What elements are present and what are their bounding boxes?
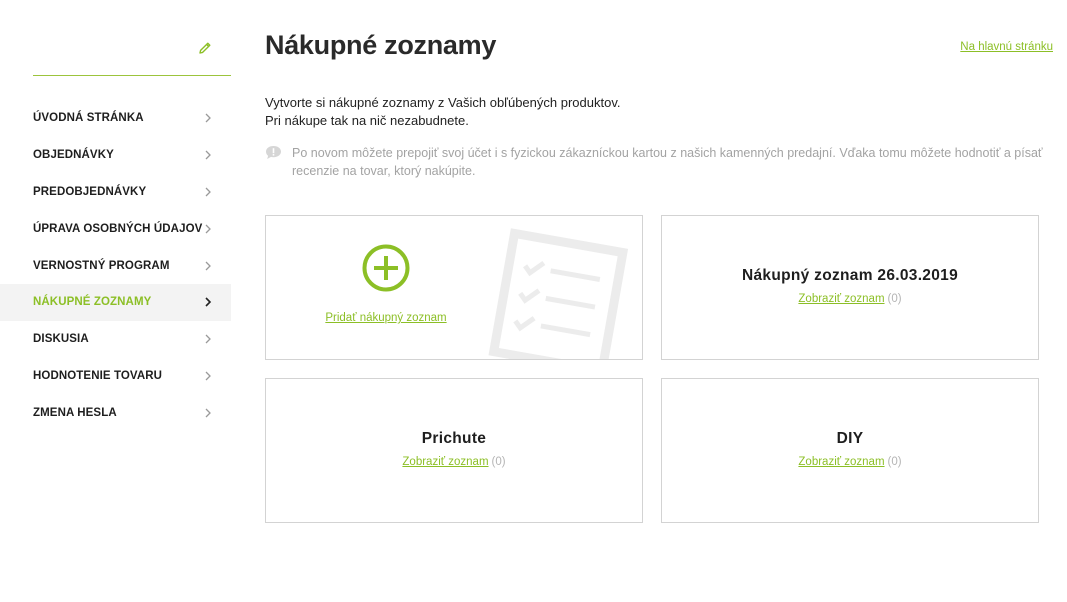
sidebar-item-vernostny-program[interactable]: VERNOSTNÝ PROGRAM bbox=[0, 247, 231, 284]
chevron-right-icon bbox=[205, 224, 211, 234]
sidebar-item-zmena-hesla[interactable]: ZMENA HESLA bbox=[0, 394, 231, 431]
list-card: DIY Zobraziť zoznam (0) bbox=[661, 378, 1039, 523]
chevron-right-icon bbox=[205, 334, 211, 344]
chevron-right-icon bbox=[205, 297, 212, 307]
sidebar-item-label: ÚPRAVA OSOBNÝCH ÚDAJOV bbox=[33, 222, 203, 235]
sidebar-item-label: NÁKUPNÉ ZOZNAMY bbox=[33, 296, 152, 309]
show-list-link[interactable]: Zobraziť zoznam bbox=[798, 293, 884, 305]
show-list-link[interactable]: Zobraziť zoznam bbox=[798, 456, 884, 468]
page-title: Nákupné zoznamy bbox=[265, 30, 497, 60]
sidebar: ÚVODNÁ STRÁNKA OBJEDNÁVKY PREDOBJEDNÁVKY… bbox=[0, 0, 231, 602]
sidebar-item-uvodna-stranka[interactable]: ÚVODNÁ STRÁNKA bbox=[0, 100, 231, 137]
info-text: Po novom môžete prepojiť svoj účet i s f… bbox=[292, 146, 1043, 178]
sidebar-item-nakupne-zoznamy[interactable]: NÁKUPNÉ ZOZNAMY bbox=[0, 283, 231, 321]
list-count: (0) bbox=[887, 456, 902, 468]
sidebar-item-predobjednavky[interactable]: PREDOBJEDNÁVKY bbox=[0, 174, 231, 211]
chevron-right-icon bbox=[205, 408, 211, 418]
sidebar-item-diskusia[interactable]: DISKUSIA bbox=[0, 321, 231, 358]
intro-line: Vytvorte si nákupné zoznamy z Vašich obľ… bbox=[265, 95, 621, 110]
plus-circle-icon[interactable] bbox=[362, 244, 410, 292]
list-link-row: Zobraziť zoznam (0) bbox=[662, 293, 1038, 305]
sidebar-item-hodnotenie-tovaru[interactable]: HODNOTENIE TOVARU bbox=[0, 358, 231, 395]
list-name: DIY bbox=[836, 430, 864, 447]
sidebar-item-uprava-udajov[interactable]: ÚPRAVA OSOBNÝCH ÚDAJOV bbox=[0, 210, 231, 247]
show-list-link[interactable]: Zobraziť zoznam bbox=[402, 456, 488, 468]
intro-text: Vytvorte si nákupné zoznamy z Vašich obľ… bbox=[265, 94, 620, 130]
info-note: Po novom môžete prepojiť svoj účet i s f… bbox=[265, 144, 1060, 180]
list-card: Nákupný zoznam 26.03.2019 Zobraziť zozna… bbox=[661, 215, 1039, 360]
chevron-right-icon bbox=[205, 113, 211, 123]
chevron-right-icon bbox=[205, 261, 211, 271]
sidebar-item-label: OBJEDNÁVKY bbox=[33, 149, 114, 162]
list-count: (0) bbox=[887, 293, 902, 305]
sidebar-item-label: VERNOSTNÝ PROGRAM bbox=[33, 259, 170, 272]
sidebar-item-label: DISKUSIA bbox=[33, 333, 89, 346]
list-name: Prichute bbox=[421, 430, 487, 447]
home-link[interactable]: Na hlavnú stránku bbox=[960, 41, 1053, 53]
chevron-right-icon bbox=[205, 187, 211, 197]
sidebar-item-label: PREDOBJEDNÁVKY bbox=[33, 185, 147, 198]
sidebar-item-label: ZMENA HESLA bbox=[33, 406, 117, 419]
info-speech-icon bbox=[266, 146, 281, 159]
add-list-card[interactable]: Pridať nákupný zoznam bbox=[265, 215, 643, 360]
list-card: Prichute Zobraziť zoznam (0) bbox=[265, 378, 643, 523]
sidebar-header bbox=[33, 30, 231, 76]
sidebar-item-label: ÚVODNÁ STRÁNKA bbox=[33, 112, 144, 125]
sidebar-item-label: HODNOTENIE TOVARU bbox=[33, 369, 163, 382]
add-list-link[interactable]: Pridať nákupný zoznam bbox=[266, 312, 506, 324]
sidebar-item-objednavky[interactable]: OBJEDNÁVKY bbox=[0, 137, 231, 174]
list-link-row: Zobraziť zoznam (0) bbox=[266, 456, 642, 468]
chevron-right-icon bbox=[205, 371, 211, 381]
list-name: Nákupný zoznam 26.03.2019 bbox=[742, 267, 958, 284]
list-count: (0) bbox=[491, 456, 506, 468]
intro-line: Pri nákupe tak na nič nezabudnete. bbox=[265, 113, 469, 128]
pencil-icon[interactable] bbox=[197, 40, 213, 56]
chevron-right-icon bbox=[205, 150, 211, 160]
checklist-icon bbox=[488, 228, 629, 359]
sidebar-nav: ÚVODNÁ STRÁNKA OBJEDNÁVKY PREDOBJEDNÁVKY… bbox=[0, 100, 231, 431]
list-link-row: Zobraziť zoznam (0) bbox=[662, 456, 1038, 468]
